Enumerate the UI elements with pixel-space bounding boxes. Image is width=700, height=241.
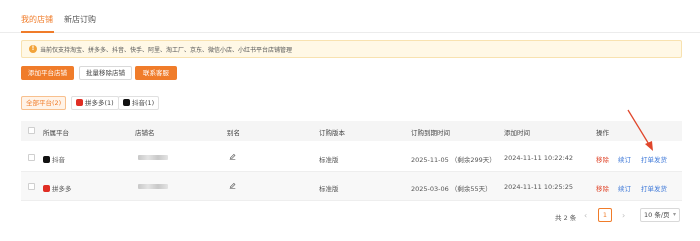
column-header: 所属平台 (43, 129, 69, 137)
filter-pinduoduo[interactable]: 拼多多(1) (71, 96, 119, 110)
filter-all-platforms[interactable]: 全部平台(2) (21, 96, 67, 110)
added-time-cell: 2024-11-11 10:25:25 (504, 183, 574, 191)
shop-name-redacted (138, 155, 168, 160)
edit-alias-icon[interactable] (229, 153, 236, 160)
platform-name: 抖音 (52, 156, 65, 164)
next-page-icon[interactable]: › (622, 211, 625, 220)
add-shop-button[interactable]: 添加平台店铺 (21, 66, 74, 80)
column-header: 订购到期时间 (411, 129, 450, 137)
tab-my-shops[interactable]: 我的店铺 (21, 14, 53, 25)
pinduoduo-icon (76, 99, 83, 106)
filter-label: 抖音(1) (132, 99, 155, 107)
notice-banner: ! 当前仅支持淘宝、拼多多、抖音、快手、阿里、淘工厂、京东、微信小店、小红书平台… (21, 40, 682, 58)
prev-page-icon[interactable]: ‹ (584, 211, 587, 220)
column-header: 订购版本 (319, 129, 345, 137)
chevron-down-icon: ▾ (672, 211, 676, 218)
print-ship-link[interactable]: 打单发货 (641, 183, 667, 193)
table-row: 拼多多 标准版 2025-03-06 （剩余55天） 2024-11-11 10… (21, 172, 682, 201)
page-size-value: 10 条/页 (644, 211, 670, 219)
edit-alias-icon[interactable] (229, 182, 236, 189)
expiry-cell: 2025-03-06 （剩余55天） (411, 185, 492, 193)
filter-douyin[interactable]: 抖音(1) (118, 96, 160, 110)
annotation-arrow-icon (627, 109, 653, 151)
tab-new-shop-order[interactable]: 新店订购 (64, 14, 96, 25)
info-icon: ! (29, 45, 37, 53)
contact-support-button[interactable]: 联系客服 (135, 66, 177, 80)
column-header: 操作 (596, 129, 609, 137)
table-header: 所属平台 店铺名 别名 订购版本 订购到期时间 添加时间 操作 (21, 121, 682, 141)
shop-name-redacted (138, 184, 168, 189)
renew-link[interactable]: 续订 (618, 183, 631, 193)
added-time-cell: 2024-11-11 10:22:42 (504, 154, 574, 162)
table-row: 抖音 标准版 2025-11-05 （剩余299天） 2024-11-11 10… (21, 143, 682, 172)
row-checkbox[interactable] (28, 154, 35, 161)
renew-link[interactable]: 续订 (618, 154, 631, 164)
filter-label: 全部平台(2) (26, 99, 62, 107)
platform-name: 拼多多 (52, 185, 72, 193)
print-ship-link[interactable]: 打单发货 (641, 154, 667, 164)
tab-bar: 我的店铺 新店订购 (0, 0, 700, 33)
platform-cell: 拼多多 (43, 183, 72, 193)
pagination-total: 共 2 条 (555, 214, 577, 222)
page-number-button[interactable]: 1 (598, 208, 612, 222)
douyin-icon (123, 99, 130, 106)
remove-link[interactable]: 移除 (596, 154, 609, 164)
column-header: 别名 (227, 129, 240, 137)
batch-remove-button[interactable]: 批量移除店铺 (79, 66, 132, 80)
filter-label: 拼多多(1) (85, 99, 114, 107)
column-header: 添加时间 (504, 129, 530, 137)
page-size-select[interactable]: 10 条/页 ▾ (640, 208, 680, 222)
douyin-icon (43, 156, 50, 163)
version-cell: 标准版 (319, 185, 339, 193)
expiry-cell: 2025-11-05 （剩余299天） (411, 156, 496, 164)
notice-text: 当前仅支持淘宝、拼多多、抖音、快手、阿里、淘工厂、京东、微信小店、小红书平台店铺… (40, 47, 293, 54)
row-checkbox[interactable] (28, 183, 35, 190)
platform-cell: 抖音 (43, 154, 65, 164)
pinduoduo-icon (43, 185, 50, 192)
select-all-checkbox[interactable] (28, 127, 35, 134)
remove-link[interactable]: 移除 (596, 183, 609, 193)
active-tab-indicator (21, 31, 54, 33)
version-cell: 标准版 (319, 156, 339, 164)
column-header: 店铺名 (135, 129, 155, 137)
